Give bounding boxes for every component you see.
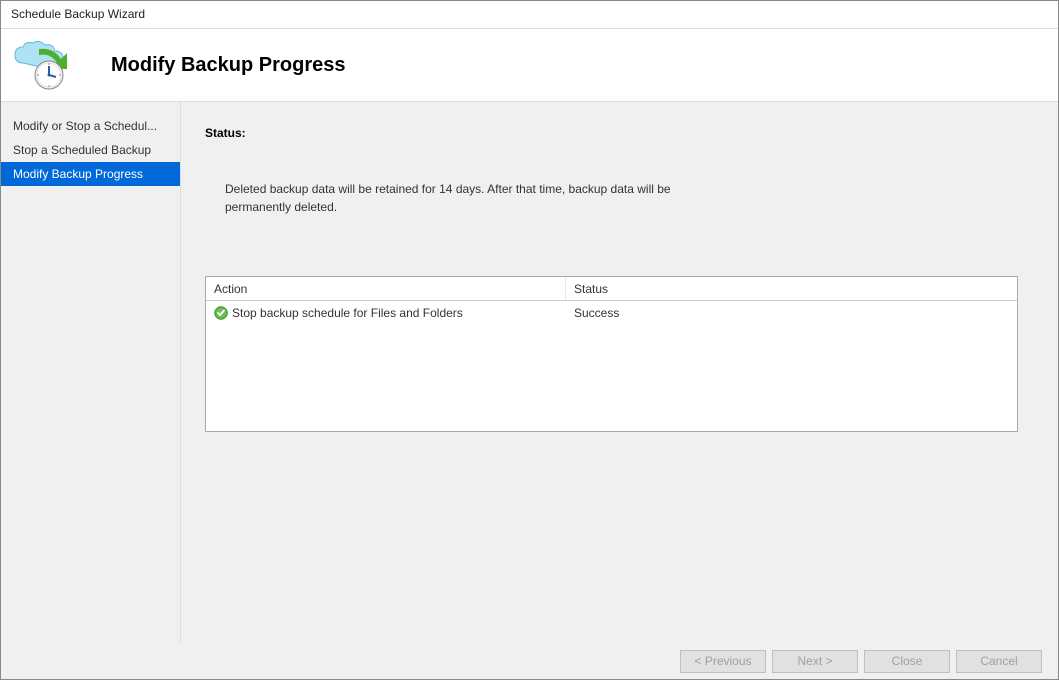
wizard-footer: < Previous Next > Close Cancel <box>1 643 1058 679</box>
sidebar-item-stop-scheduled[interactable]: Stop a Scheduled Backup <box>1 138 180 162</box>
next-button[interactable]: Next > <box>772 650 858 673</box>
wizard-steps-sidebar: Modify or Stop a Schedul... Stop a Sched… <box>1 102 181 643</box>
status-label: Status: <box>205 126 1018 140</box>
cell-action-text: Stop backup schedule for Files and Folde… <box>232 306 463 320</box>
cancel-button[interactable]: Cancel <box>956 650 1042 673</box>
cell-action: Stop backup schedule for Files and Folde… <box>206 306 566 320</box>
previous-button[interactable]: < Previous <box>680 650 766 673</box>
cell-status: Success <box>566 306 1017 320</box>
column-header-status[interactable]: Status <box>566 277 1017 300</box>
window-title: Schedule Backup Wizard <box>1 1 1058 29</box>
main-panel: Status: Deleted backup data will be reta… <box>181 102 1058 643</box>
table-header: Action Status <box>206 277 1017 301</box>
progress-table: Action Status Stop backup schedule for F… <box>205 276 1018 432</box>
table-row: Stop backup schedule for Files and Folde… <box>206 301 1017 325</box>
sidebar-item-modify-stop[interactable]: Modify or Stop a Schedul... <box>1 114 180 138</box>
column-header-action[interactable]: Action <box>206 277 566 300</box>
close-button[interactable]: Close <box>864 650 950 673</box>
sidebar-item-modify-progress[interactable]: Modify Backup Progress <box>1 162 180 186</box>
success-check-icon <box>214 306 228 320</box>
status-text: Deleted backup data will be retained for… <box>225 180 725 216</box>
wizard-icon <box>11 39 71 91</box>
page-title: Modify Backup Progress <box>111 54 346 77</box>
wizard-header: Modify Backup Progress <box>1 29 1058 101</box>
